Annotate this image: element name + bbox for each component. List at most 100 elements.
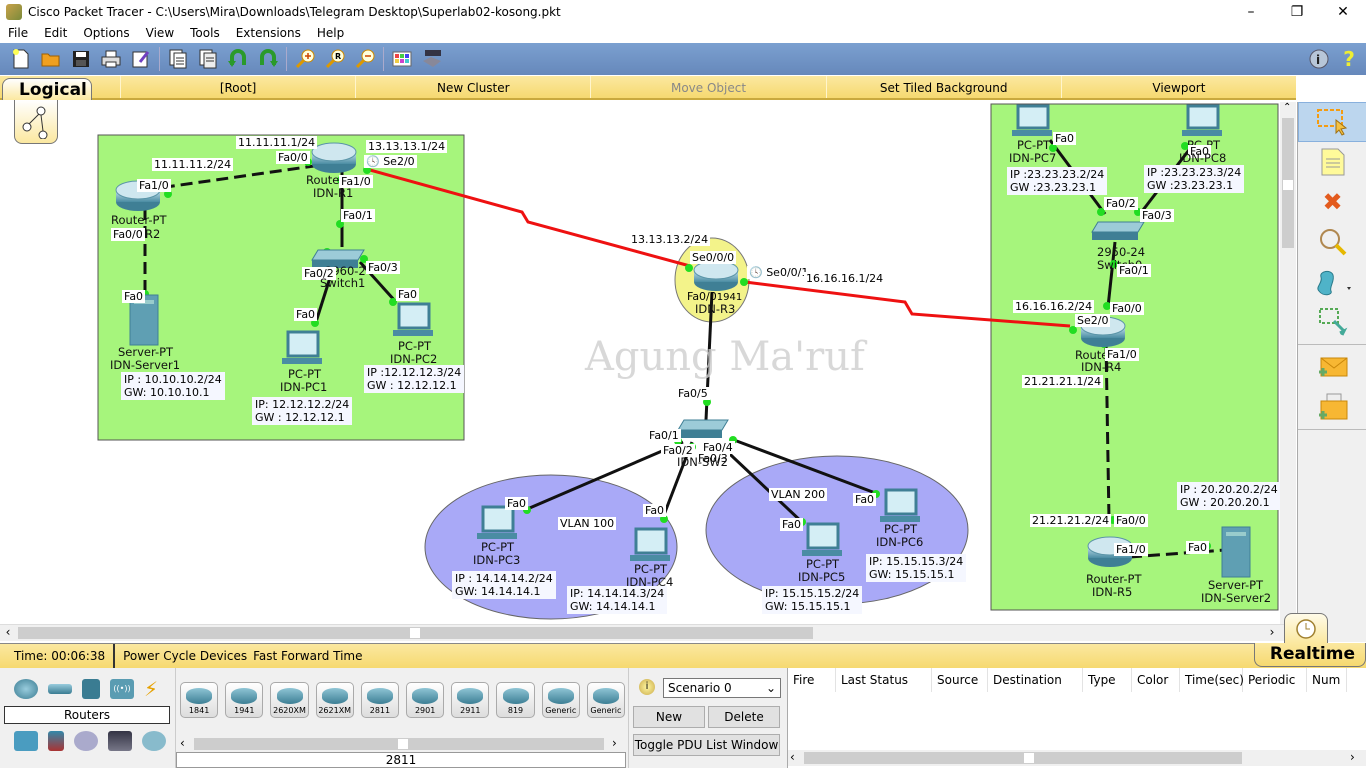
select-icon[interactable]: [1298, 102, 1366, 142]
pc1-icon[interactable]: [282, 330, 322, 364]
fast-forward-time-button[interactable]: Fast Forward Time: [247, 649, 362, 663]
resize-shape-icon[interactable]: [1298, 302, 1366, 342]
menu-extensions[interactable]: Extensions: [228, 26, 309, 40]
palette-icon[interactable]: [391, 48, 413, 70]
add-simple-pdu-icon[interactable]: [1298, 347, 1366, 387]
pc8-icon[interactable]: [1182, 104, 1222, 136]
new-scenario-button[interactable]: New: [633, 706, 705, 728]
column-header[interactable]: Last Status: [836, 668, 932, 692]
redo-icon[interactable]: [257, 48, 279, 70]
connections-category-icon[interactable]: ⚡: [144, 679, 168, 699]
column-header[interactable]: Source: [932, 668, 988, 692]
realtime-tab[interactable]: Realtime: [1254, 613, 1366, 667]
add-complex-pdu-icon[interactable]: [1298, 387, 1366, 427]
save-icon[interactable]: [70, 48, 92, 70]
logical-view-icon[interactable]: [14, 100, 58, 144]
minimize-button[interactable]: –: [1228, 0, 1274, 24]
device-generic[interactable]: Generic: [586, 682, 626, 718]
column-header[interactable]: Destination: [988, 668, 1083, 692]
security-category-icon[interactable]: [48, 731, 64, 751]
column-header[interactable]: Num: [1307, 668, 1347, 692]
column-header[interactable]: Fire: [788, 668, 836, 692]
menu-view[interactable]: View: [138, 26, 182, 40]
sw2-icon[interactable]: [677, 419, 729, 438]
scroll-thumb[interactable]: [398, 739, 408, 749]
restore-button[interactable]: ❐: [1274, 0, 1320, 24]
new-icon[interactable]: [10, 48, 32, 70]
pc3-icon[interactable]: [477, 505, 517, 539]
scenario-select[interactable]: Scenario 0 ⌄: [663, 678, 781, 698]
device-2620xm[interactable]: 2620XM: [270, 682, 309, 718]
undo-icon[interactable]: [227, 48, 249, 70]
help-icon[interactable]: ?: [1338, 47, 1360, 71]
canvas-vertical-scrollbar[interactable]: ⌃: [1280, 102, 1296, 624]
router-r1-icon[interactable]: [311, 142, 357, 173]
new-cluster-button[interactable]: New Cluster: [355, 76, 590, 98]
scroll-left-icon[interactable]: ‹: [0, 625, 16, 639]
routers-category-icon[interactable]: [14, 679, 38, 699]
column-header[interactable]: Periodic: [1243, 668, 1307, 692]
power-cycle-devices-button[interactable]: Power Cycle Devices: [115, 649, 247, 663]
column-header[interactable]: Color: [1132, 668, 1180, 692]
device-2901[interactable]: 2901: [406, 682, 445, 718]
server2-icon[interactable]: [1221, 526, 1251, 578]
column-header[interactable]: Time(sec): [1180, 668, 1244, 692]
column-header[interactable]: Type: [1083, 668, 1132, 692]
draw-shape-icon[interactable]: [1298, 262, 1366, 302]
zoom-out-icon[interactable]: [354, 48, 376, 70]
menu-edit[interactable]: Edit: [36, 26, 75, 40]
device-2911[interactable]: 2911: [451, 682, 490, 718]
scroll-up-icon[interactable]: ⌃: [1283, 102, 1291, 113]
delete-icon[interactable]: ✖: [1298, 182, 1366, 222]
scroll-thumb[interactable]: [1024, 753, 1034, 763]
info-icon[interactable]: i: [1308, 48, 1330, 70]
device-819[interactable]: 819: [496, 682, 535, 718]
logical-tab[interactable]: Logical: [2, 78, 92, 146]
delete-scenario-button[interactable]: Delete: [708, 706, 780, 728]
device-generic[interactable]: Generic: [541, 682, 580, 718]
activity-wizard-icon[interactable]: [130, 48, 152, 70]
menu-file[interactable]: File: [0, 26, 36, 40]
pc7-icon[interactable]: [1012, 104, 1052, 136]
root-button[interactable]: [Root]: [120, 76, 355, 98]
close-button[interactable]: ✕: [1320, 0, 1366, 24]
device-2811[interactable]: 2811: [360, 682, 400, 718]
note-icon[interactable]: [1298, 142, 1366, 182]
switches-category-icon[interactable]: [48, 684, 72, 694]
switch0-icon[interactable]: [1091, 221, 1145, 240]
scroll-right-icon[interactable]: ›: [612, 736, 617, 750]
info-icon[interactable]: i: [639, 679, 655, 695]
device-list-scrollbar[interactable]: ‹ ›: [178, 736, 624, 752]
hubs-category-icon[interactable]: [82, 679, 100, 699]
print-icon[interactable]: [100, 48, 122, 70]
device-1941[interactable]: 1941: [225, 682, 264, 718]
multiuser-category-icon[interactable]: [142, 731, 166, 751]
wan-emulation-category-icon[interactable]: [74, 731, 98, 751]
menu-help[interactable]: Help: [309, 26, 352, 40]
canvas-horizontal-scrollbar[interactable]: ‹ ›: [0, 624, 1284, 641]
topology-canvas[interactable]: Agung Ma'ruf 11.11.11.1/24 13.13.13.1/24…: [0, 102, 1284, 624]
custom-device-icon[interactable]: [421, 48, 443, 70]
toggle-pdu-list-button[interactable]: Toggle PDU List Window: [633, 734, 780, 756]
zoom-in-icon[interactable]: [294, 48, 316, 70]
paste-icon[interactable]: [197, 48, 219, 70]
realtime-clock-icon[interactable]: [1284, 613, 1328, 643]
pdu-table-scrollbar[interactable]: ‹ ›: [788, 750, 1366, 766]
router-r3-icon[interactable]: [693, 260, 739, 291]
viewport-button[interactable]: Viewport: [1060, 76, 1296, 98]
device-2621xm[interactable]: 2621XM: [315, 682, 354, 718]
copy-icon[interactable]: [167, 48, 189, 70]
zoom-reset-icon[interactable]: R: [324, 48, 346, 70]
set-tiled-background-button[interactable]: Set Tiled Background: [825, 76, 1061, 98]
end-devices-category-icon[interactable]: [14, 731, 38, 751]
scroll-thumb[interactable]: [1283, 180, 1293, 190]
open-icon[interactable]: [40, 48, 62, 70]
scroll-left-icon[interactable]: ‹: [790, 750, 795, 764]
inspect-icon[interactable]: [1298, 222, 1366, 262]
pc6-icon[interactable]: [880, 488, 920, 522]
pc4-icon[interactable]: [630, 527, 670, 561]
pc5-icon[interactable]: [802, 522, 842, 556]
scroll-left-icon[interactable]: ‹: [180, 736, 185, 750]
scroll-thumb[interactable]: [410, 628, 420, 638]
scroll-right-icon[interactable]: ›: [1350, 750, 1355, 764]
